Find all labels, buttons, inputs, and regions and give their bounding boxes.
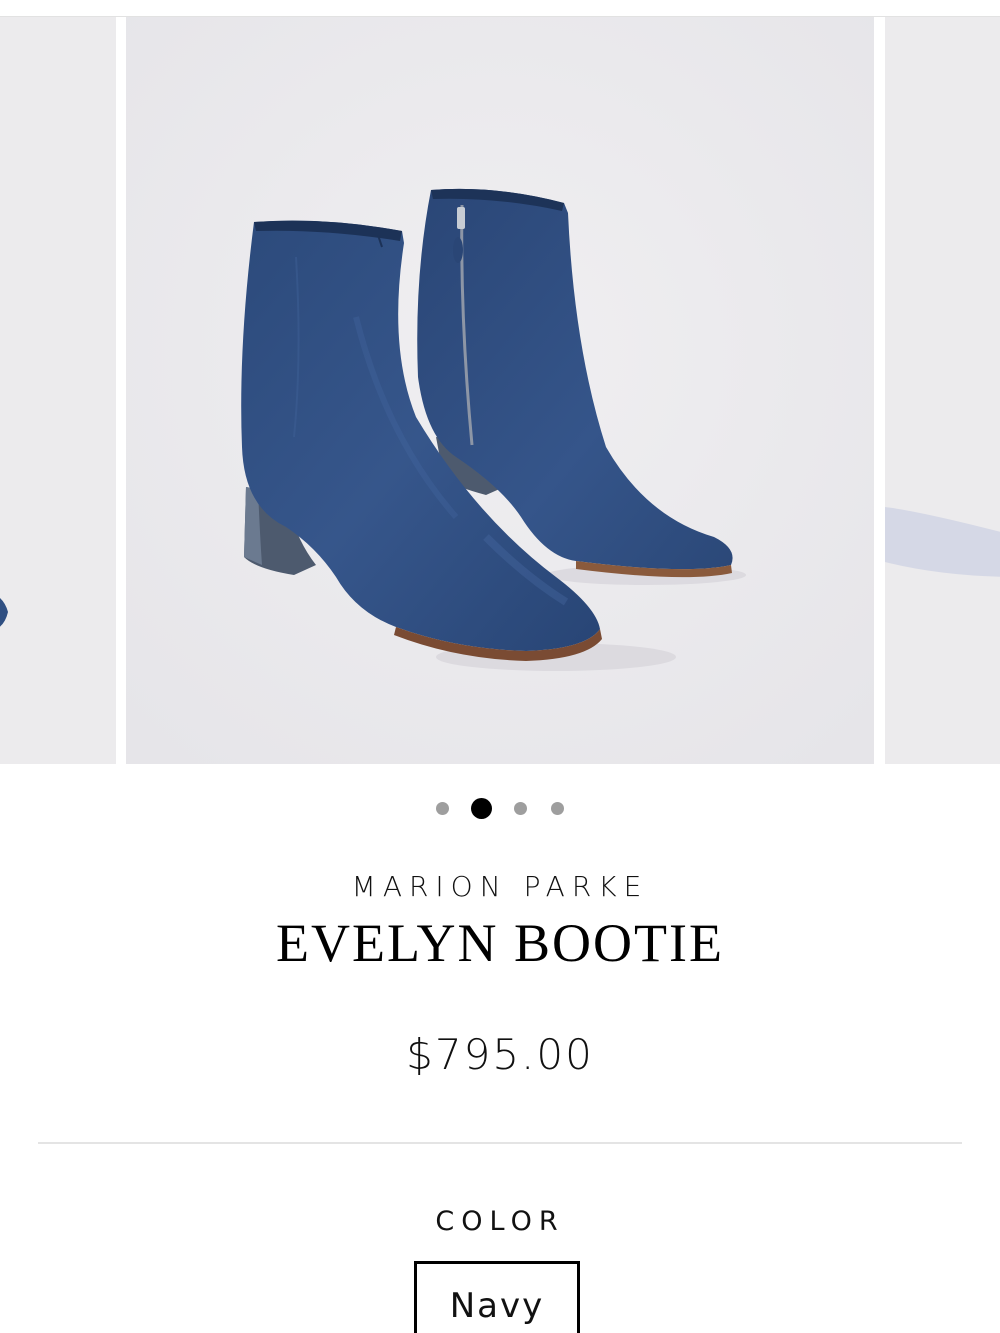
- section-divider: [38, 1142, 962, 1144]
- carousel-slide-next[interactable]: [885, 17, 1000, 764]
- top-rule: [0, 0, 1000, 17]
- carousel-slide-previous[interactable]: [0, 17, 116, 764]
- carousel-dot-1[interactable]: [436, 801, 449, 815]
- color-option-navy[interactable]: Navy: [414, 1261, 580, 1333]
- color-option-navy-label: Navy: [449, 1286, 545, 1326]
- carousel-slide-main[interactable]: [126, 17, 874, 764]
- product-image-carousel[interactable]: [0, 17, 1000, 764]
- product-price: $795.00: [406, 1030, 594, 1079]
- brand-name[interactable]: MARION PARKE: [0, 870, 1000, 903]
- product-page: MARION PARKE EVELYN BOOTIE $795.00 COLOR…: [0, 0, 1000, 1333]
- carousel-dot-3[interactable]: [514, 801, 527, 815]
- carousel-dot-4[interactable]: [551, 801, 564, 815]
- carousel-dot-2-active[interactable]: [471, 797, 492, 819]
- product-title: EVELYN BOOTIE: [275, 913, 724, 973]
- boot-image: [126, 17, 874, 764]
- carousel-pagination: [0, 796, 1000, 820]
- color-option-label: COLOR: [435, 1206, 565, 1237]
